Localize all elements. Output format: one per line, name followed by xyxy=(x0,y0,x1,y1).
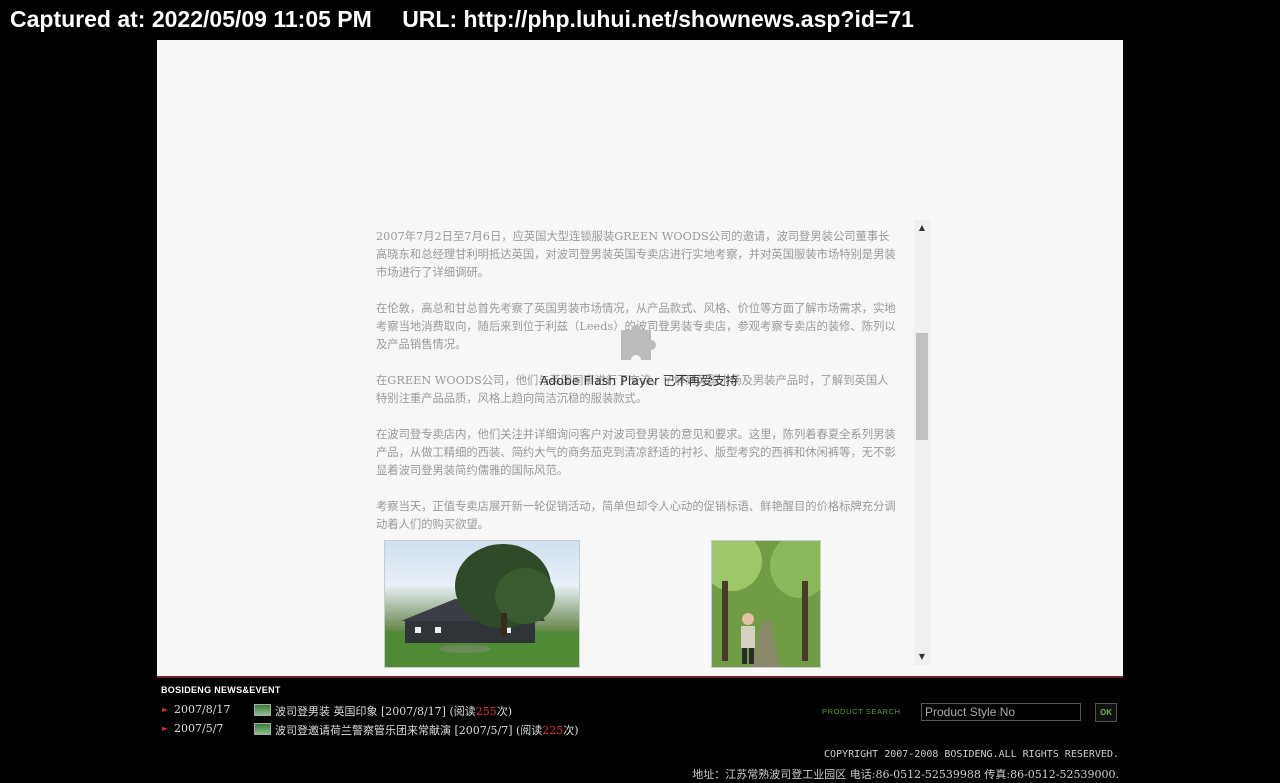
product-search-label: PRODUCT SEARCH xyxy=(822,707,901,716)
image-thumbnail-icon xyxy=(254,723,271,735)
capture-banner: Captured at: 2022/05/09 11:05 PM URL: ht… xyxy=(10,6,938,33)
captured-at: Captured at: 2022/05/09 11:05 PM xyxy=(10,6,372,32)
read-count: 255 xyxy=(475,705,497,718)
photo-tree-building xyxy=(384,540,580,668)
article-paragraph: 在波司登专卖店内，他们关注并详细询问客户对波司登男装的意见和要求。这里，陈列着春… xyxy=(376,428,896,477)
news-link-text[interactable]: 波司登邀请荷兰警察管乐团来常献演 [2007/5/7] (阅读 xyxy=(275,724,542,737)
news-date: 2007/5/7 xyxy=(174,722,224,735)
bullet-arrow-icon: ► xyxy=(162,705,169,714)
content-scrollbar[interactable]: ▲ ▼ xyxy=(914,220,930,665)
news-list: ► 2007/8/17 波司登男装 英国印象 [2007/8/17] (阅读25… xyxy=(160,703,760,741)
news-section-title: BOSIDENG NEWS&EVENT xyxy=(161,685,281,695)
read-count: 225 xyxy=(542,724,564,737)
capture-url: URL: http://php.luhui.net/shownews.asp?i… xyxy=(402,6,914,32)
scroll-thumb[interactable] xyxy=(916,333,928,440)
flash-content-area[interactable]: 2007年7月2日至7月6日，应英国大型连锁服装GREEN WOODS公司的邀请… xyxy=(157,40,1123,676)
ok-button[interactable]: OK xyxy=(1095,703,1117,722)
read-count-suffix: 次) xyxy=(496,705,513,718)
news-link-text[interactable]: 波司登男装 英国印象 [2007/8/17] (阅读 xyxy=(275,705,476,718)
puzzle-piece-icon xyxy=(621,325,656,360)
news-date: 2007/8/17 xyxy=(174,703,231,716)
article-body: 2007年7月2日至7月6日，应英国大型连锁服装GREEN WOODS公司的邀请… xyxy=(376,228,896,552)
bullet-arrow-icon: ► xyxy=(162,724,169,733)
divider-rule xyxy=(157,676,1123,678)
news-link[interactable]: 波司登男装 英国印象 [2007/8/17] (阅读255次) xyxy=(275,703,512,719)
news-link[interactable]: 波司登邀请荷兰警察管乐团来常献演 [2007/5/7] (阅读225次) xyxy=(275,722,579,738)
scroll-up-arrow-icon[interactable]: ▲ xyxy=(914,220,930,236)
article-photos xyxy=(384,540,821,668)
read-count-suffix: 次) xyxy=(563,724,579,737)
flash-unsupported-overlay: Adobe Flash Player 已不再受支持 xyxy=(529,318,749,389)
product-search-input[interactable] xyxy=(921,703,1081,721)
copyright-text: COPYRIGHT 2007-2008 BOSIDENG.ALL RIGHTS … xyxy=(823,749,1119,760)
news-item[interactable]: ► 2007/8/17 波司登男装 英国印象 [2007/8/17] (阅读25… xyxy=(160,703,760,722)
article-paragraph: 考察当天，正值专卖店展开新一轮促销活动，简单但却令人心动的促销标语、鲜艳醒目的价… xyxy=(376,500,896,531)
article-paragraph: 2007年7月2日至7月6日，应英国大型连锁服装GREEN WOODS公司的邀请… xyxy=(376,230,896,279)
image-thumbnail-icon xyxy=(254,704,271,716)
photo-man-tree-avenue xyxy=(711,540,821,668)
news-item[interactable]: ► 2007/5/7 波司登邀请荷兰警察管乐团来常献演 [2007/5/7] (… xyxy=(160,722,760,741)
flash-unsupported-message: Adobe Flash Player 已不再受支持 xyxy=(539,373,739,388)
scroll-down-arrow-icon[interactable]: ▼ xyxy=(914,649,930,665)
address-text: 地址：江苏常熟波司登工业园区 电话:86-0512-52539988 传真:86… xyxy=(692,768,1119,781)
